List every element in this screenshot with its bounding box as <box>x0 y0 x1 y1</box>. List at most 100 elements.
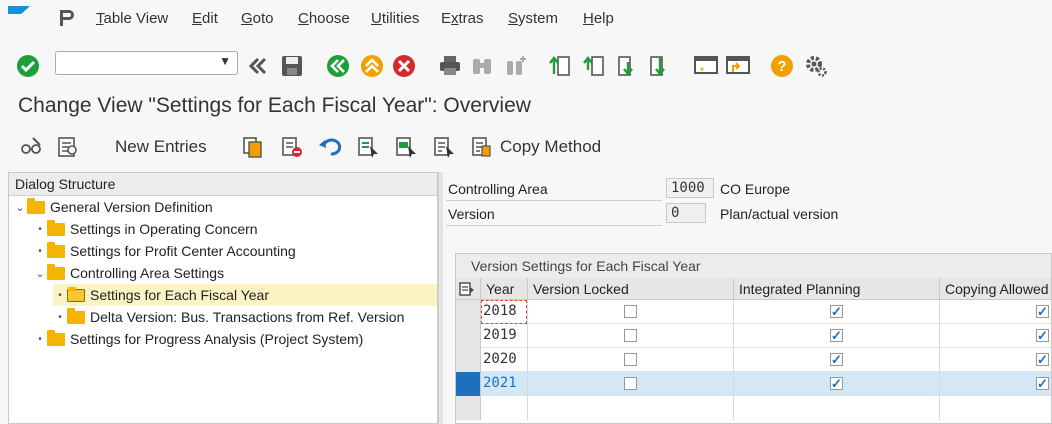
menu-help[interactable]: Help <box>583 10 614 27</box>
column-header-integrated-planning[interactable]: Integrated Planning <box>734 278 940 300</box>
menu-table-view[interactable]: Table View <box>96 10 168 27</box>
table-row[interactable]: 2019 ✓ ✓ <box>456 324 1051 348</box>
exit-icon <box>361 55 383 77</box>
menu-choose[interactable]: Choose <box>298 10 350 27</box>
empty-cell <box>481 396 528 420</box>
select-block-icon <box>396 137 416 158</box>
select-all-icon <box>358 137 378 158</box>
undo-change-button[interactable] <box>318 134 344 160</box>
copy-method-button[interactable]: Copy Method <box>470 134 601 160</box>
find-next-button[interactable] <box>502 52 530 80</box>
previous-page-button[interactable] <box>580 52 608 80</box>
select-all-button[interactable] <box>356 134 380 160</box>
next-page-icon <box>618 56 633 76</box>
menu-edit[interactable]: Edit <box>192 10 218 27</box>
tree-item-delta-version[interactable]: • Delta Version: Bus. Transactions from … <box>53 306 404 328</box>
help-button[interactable]: ? <box>768 52 796 80</box>
column-header-year[interactable]: Year <box>481 278 528 300</box>
row-selector[interactable] <box>456 348 481 372</box>
create-session-button[interactable] <box>692 52 720 80</box>
enter-button[interactable] <box>14 52 42 80</box>
menu-extras[interactable]: Extras <box>441 10 484 27</box>
integrated-planning-checkbox[interactable]: ✓ <box>830 353 843 366</box>
tree-item-settings-progress-analysis[interactable]: • Settings for Progress Analysis (Projec… <box>33 328 363 350</box>
version-locked-checkbox[interactable] <box>624 353 637 366</box>
back-button[interactable] <box>324 52 352 80</box>
print-button[interactable] <box>436 52 464 80</box>
version-locked-checkbox[interactable] <box>624 305 637 318</box>
new-entries-button[interactable]: New Entries <box>115 134 207 160</box>
help-icon: ? <box>771 55 793 77</box>
copying-allowed-checkbox[interactable]: ✓ <box>1036 377 1049 390</box>
select-block-button[interactable] <box>394 134 418 160</box>
integrated-planning-checkbox[interactable]: ✓ <box>830 329 843 342</box>
next-page-button[interactable] <box>614 52 642 80</box>
table-row[interactable]: 2018 ✓ ✓ <box>456 300 1051 324</box>
layout-settings-button[interactable] <box>802 52 830 80</box>
row-selector[interactable] <box>456 372 481 396</box>
year-cell[interactable]: 2018 <box>481 300 528 324</box>
customize-layout-icon[interactable] <box>52 4 80 32</box>
integrated-planning-checkbox[interactable]: ✓ <box>830 305 843 318</box>
year-cell[interactable]: 2021 <box>481 372 528 396</box>
empty-cell <box>528 396 734 420</box>
display-details-button[interactable] <box>56 134 80 160</box>
tree-item-settings-each-fiscal-year[interactable]: • Settings for Each Fiscal Year <box>53 284 437 306</box>
menu-goto[interactable]: Goto <box>241 10 274 27</box>
cancel-button[interactable] <box>390 52 418 80</box>
copying-allowed-checkbox[interactable]: ✓ <box>1036 353 1049 366</box>
table-row[interactable]: 2020 ✓ ✓ <box>456 348 1051 372</box>
delete-button[interactable] <box>280 134 304 160</box>
save-button[interactable] <box>278 52 306 80</box>
first-page-button[interactable] <box>546 52 574 80</box>
copy-as-button[interactable] <box>241 134 265 160</box>
version-locked-checkbox[interactable] <box>624 329 637 342</box>
copying-allowed-checkbox[interactable]: ✓ <box>1036 305 1049 318</box>
table-row-selected[interactable]: 2021 ✓ ✓ <box>456 372 1051 396</box>
previous-page-icon <box>583 56 604 76</box>
exit-button[interactable] <box>358 52 386 80</box>
column-header-copying-allowed[interactable]: Copying Allowed <box>940 278 1051 300</box>
menu-utilities[interactable]: Utilities <box>371 10 419 27</box>
copy-icon <box>243 137 262 158</box>
table-title: Version Settings for Each Fiscal Year <box>456 254 1051 278</box>
dialog-structure-panel: Dialog Structure ⌄ General Version Defin… <box>8 172 438 424</box>
folder-icon <box>27 197 45 214</box>
menu-system[interactable]: System <box>508 10 558 27</box>
row-selector[interactable] <box>456 324 481 348</box>
tree-item-controlling-area-settings[interactable]: ⌄ Controlling Area Settings <box>33 262 224 284</box>
year-cell[interactable]: 2020 <box>481 348 528 372</box>
back-icon <box>327 55 349 77</box>
tree-item-settings-operating-concern[interactable]: • Settings in Operating Concern <box>33 218 258 240</box>
deselect-all-button[interactable] <box>432 134 456 160</box>
generate-shortcut-button[interactable] <box>724 52 752 80</box>
find-button[interactable] <box>468 52 496 80</box>
collapse-toolbar-button[interactable] <box>244 52 272 80</box>
tree-item-general-version-definition[interactable]: ⌄ General Version Definition <box>13 196 213 218</box>
column-settings-button[interactable] <box>456 278 481 300</box>
deselect-all-icon <box>434 137 454 158</box>
binoculars-plus-icon <box>507 56 526 75</box>
divider <box>446 200 662 201</box>
row-selector[interactable] <box>456 300 481 324</box>
tree-item-settings-profit-center[interactable]: • Settings for Profit Center Accounting <box>33 240 296 262</box>
version-locked-checkbox[interactable] <box>624 377 637 390</box>
panel-splitter[interactable] <box>438 172 443 424</box>
display-change-button[interactable] <box>20 134 44 160</box>
cancel-icon <box>393 55 415 77</box>
chevron-down-icon[interactable]: ▼ <box>219 54 231 68</box>
copying-allowed-cell: ✓ <box>940 348 1051 372</box>
integrated-planning-cell: ✓ <box>734 324 940 348</box>
last-page-button[interactable] <box>646 52 674 80</box>
chevron-down-icon[interactable]: ⌄ <box>33 267 47 280</box>
chevron-down-icon[interactable]: ⌄ <box>13 201 27 214</box>
command-field[interactable]: ▼ <box>55 51 238 75</box>
year-cell[interactable]: 2019 <box>481 324 528 348</box>
column-header-version-locked[interactable]: Version Locked <box>528 278 734 300</box>
integrated-planning-checkbox[interactable]: ✓ <box>830 377 843 390</box>
double-chevron-left-icon <box>248 57 267 75</box>
table-settings-icon <box>459 282 474 296</box>
empty-cell <box>734 396 940 420</box>
copying-allowed-checkbox[interactable]: ✓ <box>1036 329 1049 342</box>
folder-icon <box>47 263 65 280</box>
